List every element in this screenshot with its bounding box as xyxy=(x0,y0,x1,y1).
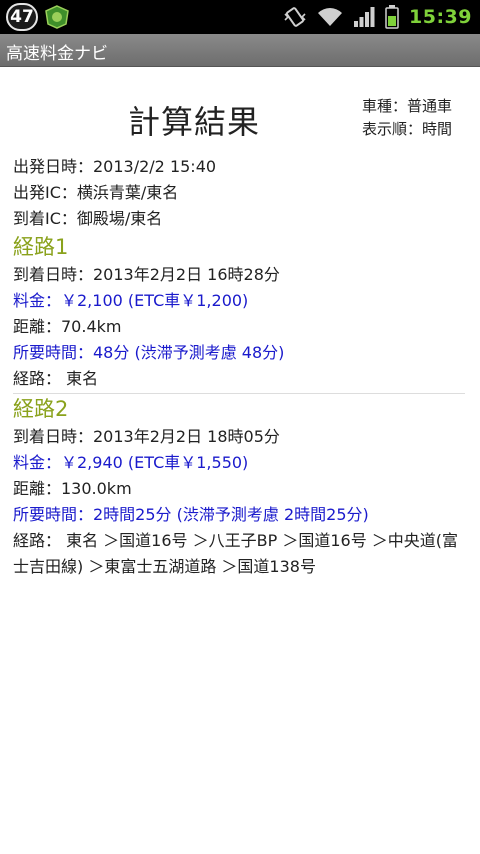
app-title: 高速料金ナビ xyxy=(6,44,108,64)
route-heading: 経路1 xyxy=(13,235,69,259)
route-path: 経路： 東名 ＞国道16号 ＞八王子BP ＞国道16号 ＞中央道(富士吉田線) … xyxy=(13,531,459,576)
route-path: 経路： 東名 xyxy=(13,369,99,388)
route-distance: 距離：130.0km xyxy=(13,479,132,498)
route-2[interactable]: 経路2 到着日時：2013年2月2日 18時05分 料金：￥2,940 (ETC… xyxy=(13,394,468,580)
notification-count-badge[interactable]: 47 xyxy=(6,3,38,31)
route-duration: 所要時間：2時間25分 (渋滞予測考慮 2時間25分) xyxy=(13,505,369,524)
route-distance: 距離：70.4km xyxy=(13,317,122,336)
app-notification-icon[interactable] xyxy=(44,5,70,29)
status-clock: 15:39 xyxy=(409,6,472,28)
vibrate-icon xyxy=(283,6,307,28)
status-bar: 47 15:39 xyxy=(0,0,480,34)
route-1[interactable]: 経路1 到着日時：2013年2月2日 16時28分 料金：￥2,100 (ETC… xyxy=(13,232,468,396)
route-duration: 所要時間：48分 (渋滞予測考慮 48分) xyxy=(13,343,285,362)
route-arrival: 到着日時：2013年2月2日 16時28分 xyxy=(13,265,280,284)
sort-order-label: 表示順：時間 xyxy=(361,120,452,138)
vehicle-type-label: 車種：普通車 xyxy=(361,97,452,115)
route-fare: 料金：￥2,100 (ETC車￥1,200) xyxy=(13,291,249,310)
arrival-ic: 到着IC：御殿場/東名 xyxy=(13,209,163,228)
result-content: 計算結果 車種：普通車 表示順：時間 出発日時：2013/2/2 15:40 出… xyxy=(0,67,480,854)
app-title-bar: 高速料金ナビ xyxy=(0,34,480,67)
signal-strength-icon xyxy=(353,7,375,27)
trip-summary: 出発日時：2013/2/2 15:40 出発IC：横浜青葉/東名 到着IC：御殿… xyxy=(13,154,468,232)
battery-icon xyxy=(385,5,399,29)
departure-ic: 出発IC：横浜青葉/東名 xyxy=(13,183,179,202)
route-arrival: 到着日時：2013年2月2日 18時05分 xyxy=(13,427,280,446)
departure-datetime: 出発日時：2013/2/2 15:40 xyxy=(13,157,217,176)
result-meta: 車種：普通車 表示順：時間 xyxy=(362,95,452,141)
page-title: 計算結果 xyxy=(128,103,261,141)
route-heading: 経路2 xyxy=(13,397,69,421)
route-fare: 料金：￥2,940 (ETC車￥1,550) xyxy=(13,453,249,472)
wifi-icon xyxy=(317,7,343,27)
status-icons: 15:39 xyxy=(283,0,472,34)
